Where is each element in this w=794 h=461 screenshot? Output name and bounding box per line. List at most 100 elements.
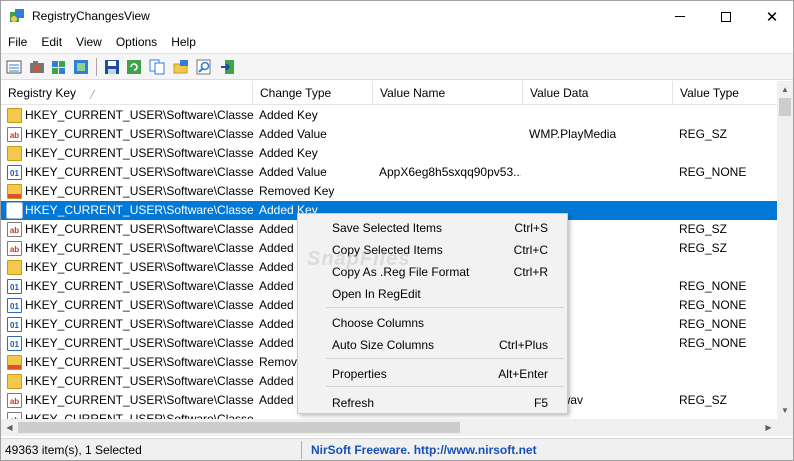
table-row[interactable]: ab HKEY_CURRENT_USER\Software\Classes\...… [1,125,777,144]
cell-value-type [679,106,774,125]
cell-value-type: REG_NONE [679,336,747,350]
column-header-change-type[interactable]: Change Type [253,81,373,105]
registry-key-icon [6,202,23,219]
toolbar [1,53,793,80]
menu-item-shortcut: Alt+Enter [498,367,548,381]
menu-item-shortcut: F5 [533,396,548,410]
menu-item-label: Auto Size Columns [332,338,435,352]
copy-icon[interactable] [148,58,166,76]
minimize-button[interactable] [657,1,703,32]
vertical-scroll-thumb[interactable] [779,98,791,116]
cell-registry-key: HKEY_CURRENT_USER\Software\Classes\... [25,317,254,331]
context-menu: Save Selected Items Ctrl+S Copy Selected I… [297,213,568,414]
table-row[interactable]: HKEY_CURRENT_USER\Software\Classes\... Ad… [1,144,777,163]
nirsoft-link[interactable]: NirSoft Freeware. http://www.nirsoft.net [311,443,537,457]
toolbar-separator [96,58,97,76]
maximize-button[interactable] [703,1,749,32]
column-header-registry-key[interactable]: Registry Key ╱ [1,81,253,105]
close-icon: ✕ [765,8,779,26]
menu-item-shortcut: Ctrl+C [513,243,548,257]
binary-value-icon: 01 [7,279,22,294]
close-button[interactable]: ✕ [749,1,793,32]
menu-item-shortcut: Ctrl+Plus [498,338,548,352]
menu-edit[interactable]: Edit [34,32,69,52]
context-menu-item[interactable]: Refresh F5 [299,392,566,414]
cell-registry-key: HKEY_CURRENT_USER\Software\Classes\... [25,298,254,312]
column-header-value-data[interactable]: Value Data [523,81,673,105]
scroll-up-icon[interactable]: ▲ [777,81,793,98]
cell-value-type: REG_SZ [679,393,728,407]
menu-item-shortcut: Ctrl+S [514,221,548,235]
menu-file[interactable]: File [1,32,34,52]
context-menu-item[interactable]: Properties Alt+Enter [299,363,566,385]
table-row[interactable]: HKEY_CURRENT_USER\Software\Classes\... Ad… [1,106,777,125]
menu-separator [326,307,564,308]
scroll-right-icon[interactable]: ▶ [760,419,777,436]
cell-value-name [379,144,521,163]
cell-registry-key: HKEY_CURRENT_USER\Software\Classes\... [25,184,254,198]
cell-registry-key: HKEY_CURRENT_USER\Software\Classes\... [25,165,254,179]
column-header-value-name[interactable]: Value Name [373,81,523,105]
registry-key-icon [7,146,22,161]
cell-value-type [679,372,774,391]
scroll-down-icon[interactable]: ▼ [777,402,793,419]
cell-value-name: AppX6eg8h5sxqq90pv53... [379,165,521,179]
removed-key-icon [7,355,22,370]
cell-registry-key: HKEY_CURRENT_USER\Software\Classes\... [25,355,254,369]
column-header-value-type[interactable]: Value Type [673,81,777,105]
table-row[interactable]: HKEY_CURRENT_USER\Software\Classes\... Re… [1,182,777,201]
string-value-icon: ab [7,393,22,408]
menu-options[interactable]: Options [109,32,164,52]
horizontal-scroll-thumb[interactable] [18,422,460,433]
title-bar[interactable]: RegistryChangesView ✕ [1,1,793,32]
cell-registry-key: HKEY_CURRENT_USER\Software\Classes\... [25,108,254,122]
snapshot-icon[interactable] [50,58,68,76]
menu-item-label: Refresh [332,396,375,410]
menu-bar: File Edit View Options Help [1,32,793,52]
find-icon[interactable] [195,58,213,76]
report-icon[interactable] [5,58,23,76]
window-title: RegistryChangesView [32,9,150,23]
context-menu-item[interactable]: Auto Size Columns Ctrl+Plus [299,334,566,356]
registry-key-icon [7,374,22,389]
registry-key-icon [7,260,22,275]
cell-value-data: WMP.PlayMedia [529,127,617,141]
cell-registry-key: HKEY_CURRENT_USER\Software\Classes\... [25,374,254,388]
export-reg-icon[interactable] [172,58,190,76]
save-icon[interactable] [103,58,121,76]
cell-registry-key: HKEY_CURRENT_USER\Software\Classes\... [25,279,254,293]
cell-registry-key: HKEY_CURRENT_USER\Software\Classes\... [25,241,254,255]
context-menu-item[interactable]: Open In RegEdit [299,283,566,305]
horizontal-scrollbar[interactable]: ◀ ▶ [1,419,777,436]
table-row[interactable]: 01 HKEY_CURRENT_USER\Software\Classes\...… [1,163,777,182]
cell-change-type: Added Value [259,127,327,141]
context-menu-item[interactable]: Save Selected Items Ctrl+S [299,217,566,239]
registry-key-icon [7,108,22,123]
refresh-icon[interactable] [125,58,143,76]
cell-value-data [529,182,671,201]
cell-value-type [679,201,774,220]
camera-icon[interactable] [28,58,46,76]
removed-key-icon [7,184,22,199]
column-header-label: Registry Key [8,86,77,100]
cell-value-data [529,144,671,163]
cell-value-type: REG_SZ [679,127,728,141]
cell-value-name [379,182,521,201]
cell-value-type [679,144,774,163]
context-menu-item[interactable]: Choose Columns [299,312,566,334]
scroll-left-icon[interactable]: ◀ [1,419,18,436]
exit-icon[interactable] [219,58,237,76]
column-header-label: Value Data [530,86,589,100]
vertical-scrollbar[interactable]: ▲ ▼ [777,81,793,419]
menu-item-label: Open In RegEdit [332,287,421,301]
column-header-label: Value Type [680,86,739,100]
maximize-icon [721,11,731,22]
cell-value-type: REG_NONE [679,165,747,179]
cell-value-data [529,106,671,125]
menu-view[interactable]: View [69,32,109,52]
list-header: Registry Key ╱ Change Type Value Name Val… [1,81,777,105]
menu-help[interactable]: Help [164,32,203,52]
compare-icon[interactable] [72,58,90,76]
cell-registry-key: HKEY_CURRENT_USER\Software\Classes\... [25,412,254,419]
cell-value-type [679,182,774,201]
